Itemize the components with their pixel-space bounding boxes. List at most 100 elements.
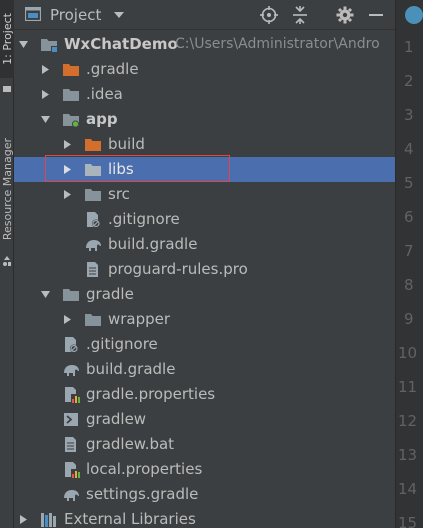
- line-number: 15: [398, 514, 418, 528]
- tree-node-root[interactable]: WxChatDemo C:\Users\Administrator\Andro: [14, 32, 395, 57]
- gradle-properties-label: gradle.properties: [86, 385, 216, 403]
- ignore-file-icon: [65, 337, 78, 353]
- tree-node-external-libraries[interactable]: External Libraries: [14, 507, 395, 528]
- collapsed-arrow-icon: [64, 190, 71, 199]
- src-label: src: [108, 185, 130, 203]
- folder-icon: [0, 78, 14, 100]
- tree-node-settings-gradle[interactable]: settings.gradle: [14, 482, 395, 507]
- project-tool-tab[interactable]: 1: Project: [0, 0, 14, 78]
- excluded-folder-icon: [63, 64, 79, 76]
- terminal-icon: [64, 413, 78, 426]
- minimize-icon: [369, 14, 383, 16]
- collapse-all-icon: [293, 6, 307, 24]
- app-gitignore-label: .gitignore: [108, 210, 180, 228]
- tree-node-build-gradle[interactable]: build.gradle: [14, 357, 395, 382]
- ignore-file-icon: [87, 212, 100, 228]
- gradlew-bat-label: gradlew.bat: [86, 435, 175, 453]
- tree-node-gitignore[interactable]: .gitignore: [14, 332, 395, 357]
- shapes-icon: [0, 250, 14, 272]
- project-view-title[interactable]: Project: [50, 6, 101, 24]
- editor-tab-icon[interactable]: [405, 6, 423, 24]
- expanded-arrow-icon: [41, 291, 50, 298]
- root-project-label: WxChatDemo: [64, 35, 178, 53]
- proguard-label: proguard-rules.pro: [108, 260, 248, 278]
- project-tree: WxChatDemo C:\Users\Administrator\Andro …: [14, 32, 395, 528]
- line-number: 3: [404, 106, 414, 124]
- line-number: 14: [398, 480, 418, 498]
- root-project-path: C:\Users\Administrator\Andro: [175, 36, 380, 52]
- app-label: app: [86, 110, 118, 128]
- gitignore-label: .gitignore: [86, 335, 158, 353]
- gradle-elephant-icon: [86, 240, 101, 251]
- app-build-gradle-label: build.gradle: [108, 235, 198, 253]
- tree-node-libs[interactable]: libs: [14, 157, 395, 182]
- collapsed-arrow-icon: [64, 140, 71, 149]
- wrapper-label: wrapper: [108, 310, 171, 328]
- folder-icon: [85, 189, 101, 201]
- line-number: 8: [404, 276, 414, 294]
- line-number: 12: [398, 412, 418, 430]
- locate-file-button[interactable]: [259, 5, 279, 25]
- tree-node-build[interactable]: build: [14, 132, 395, 157]
- libs-label: libs: [108, 160, 134, 178]
- collapsed-arrow-icon: [20, 515, 27, 524]
- line-number: 9: [404, 310, 414, 328]
- idea-label: .idea: [86, 85, 123, 103]
- chevron-down-icon[interactable]: [114, 12, 124, 19]
- line-number: 13: [398, 446, 418, 464]
- settings-gradle-label: settings.gradle: [86, 485, 199, 503]
- tree-node-gradlew[interactable]: gradlew: [14, 407, 395, 432]
- tree-node-app-gitignore[interactable]: .gitignore: [14, 207, 395, 232]
- collapse-all-button[interactable]: [290, 5, 310, 25]
- line-number: 10: [398, 344, 418, 362]
- line-number: 5: [404, 174, 414, 192]
- resource-manager-tab-label: Resource Manager: [0, 137, 14, 241]
- text-file-icon: [65, 437, 76, 452]
- ide-window: 1: Project Resource Manager Project WxCh…: [0, 0, 423, 528]
- dot-gradle-label: .gradle: [86, 60, 139, 78]
- hide-panel-button[interactable]: [366, 5, 386, 25]
- gradle-elephant-icon: [64, 365, 79, 376]
- excluded-folder-icon: [85, 139, 101, 151]
- tree-node-dot-gradle[interactable]: .gradle: [14, 57, 395, 82]
- gradlew-label: gradlew: [86, 410, 147, 428]
- external-libraries-label: External Libraries: [64, 510, 196, 528]
- build-label: build: [108, 135, 145, 153]
- collapsed-arrow-icon: [42, 90, 49, 99]
- tree-node-idea[interactable]: .idea: [14, 82, 395, 107]
- editor-gutter: 1 2 3 4 5 6 7 8 9 10 11 12 13 14 15: [395, 0, 423, 528]
- line-number: 7: [404, 242, 414, 260]
- project-panel-header: Project: [14, 0, 395, 30]
- project-tool-tab-label: 1: Project: [0, 13, 14, 65]
- tree-node-gradle[interactable]: gradle: [14, 282, 395, 307]
- folder-icon: [85, 314, 101, 326]
- tool-window-strip: 1: Project Resource Manager: [0, 0, 14, 528]
- project-view-icon: [25, 7, 41, 21]
- tree-node-gradle-properties[interactable]: gradle.properties: [14, 382, 395, 407]
- tree-node-app-build-gradle[interactable]: build.gradle: [14, 232, 395, 257]
- gear-icon: [336, 6, 354, 24]
- tree-node-proguard[interactable]: proguard-rules.pro: [14, 257, 395, 282]
- tree-node-wrapper[interactable]: wrapper: [14, 307, 395, 332]
- tree-node-app[interactable]: app: [14, 107, 395, 132]
- line-number: 2: [404, 72, 414, 90]
- resource-manager-tab[interactable]: Resource Manager: [0, 130, 14, 248]
- local-properties-label: local.properties: [86, 460, 203, 478]
- collapsed-arrow-icon: [64, 315, 71, 324]
- tree-node-local-properties[interactable]: local.properties: [14, 457, 395, 482]
- line-number: 1: [404, 38, 414, 56]
- properties-file-icon: [65, 387, 80, 403]
- tree-node-src[interactable]: src: [14, 182, 395, 207]
- build-gradle-label: build.gradle: [86, 360, 176, 378]
- folder-icon: [63, 89, 79, 101]
- line-number: 11: [398, 378, 418, 396]
- collapsed-arrow-icon: [42, 65, 49, 74]
- gradle-elephant-icon: [64, 490, 79, 501]
- library-icon: [41, 513, 56, 527]
- folder-icon: [63, 289, 79, 301]
- expanded-arrow-icon: [41, 116, 50, 123]
- line-number: 6: [404, 208, 414, 226]
- settings-button[interactable]: [335, 5, 355, 25]
- gradle-folder-label: gradle: [86, 285, 134, 303]
- tree-node-gradlew-bat[interactable]: gradlew.bat: [14, 432, 395, 457]
